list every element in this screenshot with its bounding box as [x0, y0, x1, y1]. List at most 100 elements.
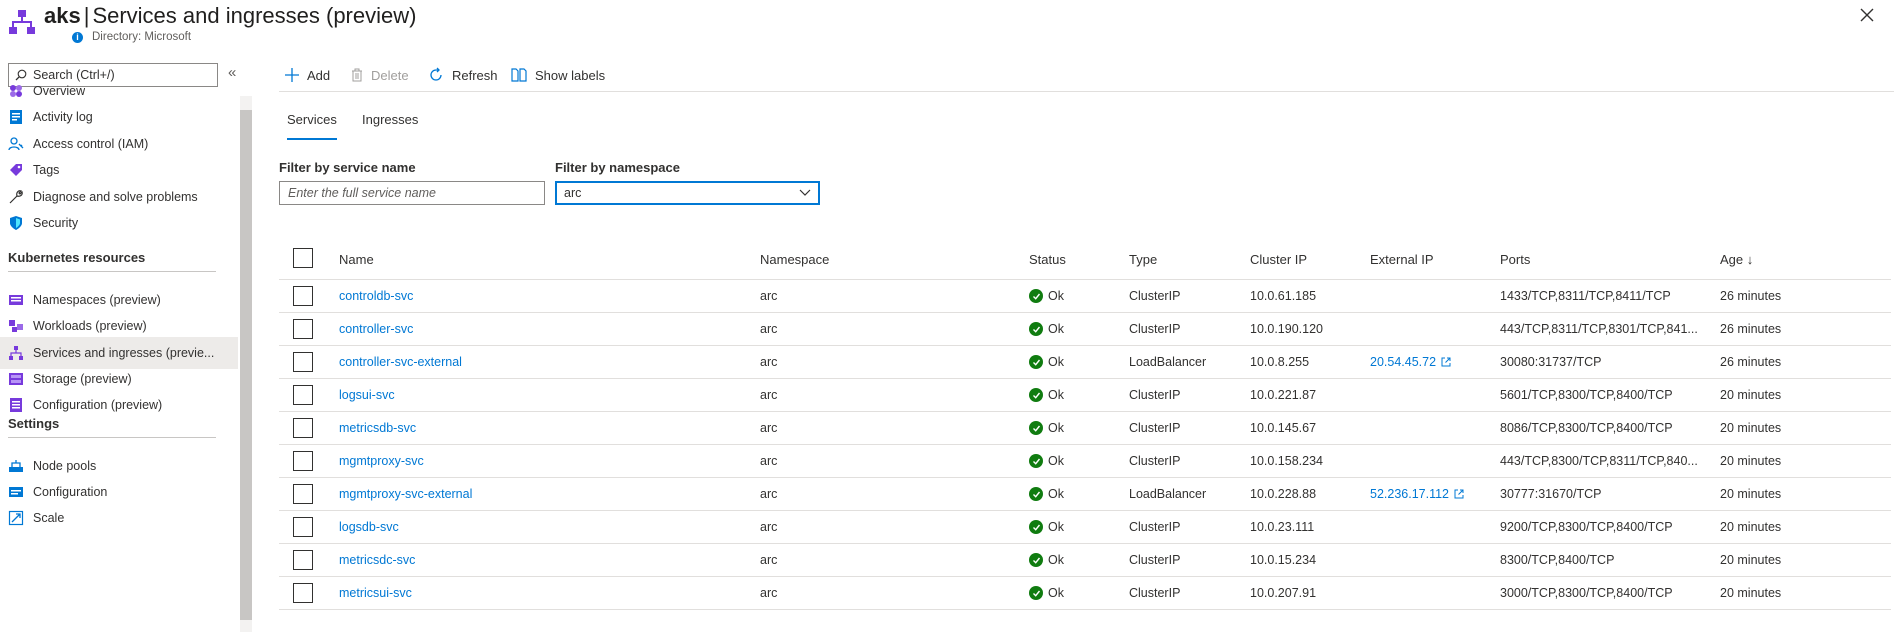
age-cell: 26 minutes: [1720, 355, 1782, 369]
labels-icon: [511, 68, 527, 82]
filter-namespace-dropdown[interactable]: arc: [555, 181, 820, 205]
ports-cell: 1433/TCP,8311/TCP,8411/TCP: [1500, 289, 1671, 303]
row-checkbox[interactable]: [293, 550, 313, 570]
sidebar-item-label: Activity log: [33, 110, 93, 124]
status-text: Ok: [1048, 454, 1064, 468]
row-checkbox[interactable]: [293, 286, 313, 306]
ports-cell: 8300/TCP,8400/TCP: [1500, 553, 1615, 567]
close-icon[interactable]: [1857, 5, 1877, 25]
cluster-ip-cell: 10.0.207.91: [1250, 586, 1317, 600]
status-cell: Ok: [1029, 478, 1064, 510]
type-cell: ClusterIP: [1129, 388, 1181, 402]
namespace-cell: arc: [760, 322, 778, 336]
service-name-link[interactable]: controldb-svc: [339, 280, 413, 312]
status-text: Ok: [1048, 355, 1064, 369]
table-row[interactable]: metricsdb-svc arc Ok ClusterIP 10.0.145.67 80…: [279, 412, 1891, 445]
status-ok-icon: [1029, 322, 1043, 336]
filter-service-name-label: Filter by service name: [279, 160, 416, 175]
column-header-cluster-ip[interactable]: Cluster IP: [1250, 240, 1307, 279]
row-checkbox[interactable]: [293, 319, 313, 339]
tab-ingresses[interactable]: Ingresses: [362, 112, 418, 140]
sidebar-item-label: Overview: [33, 84, 86, 98]
age-cell: 20 minutes: [1720, 388, 1782, 402]
directory-label: Directory: Microsoft: [92, 31, 192, 43]
type-cell: LoadBalancer: [1129, 487, 1207, 501]
status-ok-icon: [1029, 388, 1043, 402]
table-row[interactable]: controller-svc arc Ok ClusterIP 10.0.190.120…: [279, 313, 1891, 346]
service-name-link[interactable]: metricsdb-svc: [339, 412, 416, 444]
activity-log-icon: [8, 109, 24, 125]
table-row[interactable]: logsui-svc arc Ok ClusterIP 10.0.221.87 5601/…: [279, 379, 1891, 412]
tab-services[interactable]: Services: [287, 112, 337, 140]
namespace-cell: arc: [760, 586, 778, 600]
type-cell: ClusterIP: [1129, 553, 1181, 567]
table-row[interactable]: metricsdc-svc arc Ok ClusterIP 10.0.15.234 83…: [279, 544, 1891, 577]
external-ip-cell[interactable]: 52.236.17.112: [1370, 478, 1464, 510]
add-button[interactable]: Add: [285, 62, 330, 88]
age-cell: 20 minutes: [1720, 421, 1782, 435]
type-cell: ClusterIP: [1129, 586, 1181, 600]
sidebar-item-label: Security: [33, 216, 79, 230]
tag-icon: [8, 162, 24, 178]
chevron-down-icon: [799, 189, 811, 196]
column-header-external-ip[interactable]: External IP: [1370, 240, 1434, 279]
workloads-icon: [8, 318, 24, 334]
row-checkbox[interactable]: [293, 418, 313, 438]
resource-name: aks: [44, 3, 81, 28]
filter-service-name-input[interactable]: [279, 181, 545, 205]
select-all-checkbox[interactable]: [293, 248, 313, 268]
ports-cell: 30777:31670/TCP: [1500, 487, 1602, 501]
column-header-name[interactable]: Name: [339, 240, 374, 279]
trash-icon: [352, 68, 362, 82]
row-checkbox[interactable]: [293, 451, 313, 471]
service-name-link[interactable]: logsdb-svc: [339, 511, 399, 543]
table-row[interactable]: controller-svc-external arc Ok LoadBalancer…: [279, 346, 1891, 379]
external-ip-cell[interactable]: 20.54.45.72: [1370, 346, 1451, 378]
row-checkbox[interactable]: [293, 484, 313, 504]
external-ip-link[interactable]: 20.54.45.72: [1370, 355, 1436, 369]
column-header-status[interactable]: Status: [1029, 240, 1066, 279]
filter-namespace-value: arc: [564, 186, 582, 200]
service-name-link[interactable]: controller-svc: [339, 313, 413, 345]
sidebar-item-security[interactable]: Security: [0, 207, 238, 239]
sidebar-item-label: Tags: [33, 163, 60, 177]
menu-scrollbar-thumb[interactable]: [240, 110, 252, 620]
row-checkbox[interactable]: [293, 517, 313, 537]
age-cell: 20 minutes: [1720, 454, 1782, 468]
namespace-cell: arc: [760, 553, 778, 567]
table-row[interactable]: controldb-svc arc Ok ClusterIP 10.0.61.185 14…: [279, 280, 1891, 313]
column-header-ports[interactable]: Ports: [1500, 240, 1530, 279]
column-header-type[interactable]: Type: [1129, 240, 1157, 279]
age-cell: 26 minutes: [1720, 289, 1782, 303]
external-ip-link[interactable]: 52.236.17.112: [1370, 487, 1449, 501]
status-text: Ok: [1048, 322, 1064, 336]
sidebar-item-label: Configuration: [33, 485, 108, 499]
table-row[interactable]: logsdb-svc arc Ok ClusterIP 10.0.23.111 9200/…: [279, 511, 1891, 544]
sidebar-item-label: Node pools: [33, 459, 97, 473]
refresh-button[interactable]: Refresh: [428, 62, 498, 88]
cluster-ip-cell: 10.0.15.234: [1250, 553, 1317, 567]
sidebar-item-scale[interactable]: Scale: [0, 502, 238, 534]
show-labels-button[interactable]: Show labels: [511, 62, 605, 88]
service-name-link[interactable]: controller-svc-external: [339, 346, 462, 378]
section-divider: [8, 437, 216, 438]
sidebar-item-label: Access control (IAM): [33, 137, 149, 151]
table-row[interactable]: metricsui-svc arc Ok ClusterIP 10.0.207.91 30…: [279, 577, 1891, 610]
service-name-link[interactable]: mgmtproxy-svc: [339, 445, 424, 477]
service-name-link[interactable]: metricsdc-svc: [339, 544, 415, 576]
column-header-namespace[interactable]: Namespace: [760, 240, 829, 279]
table-row[interactable]: mgmtproxy-svc-external arc Ok LoadBalancer 1…: [279, 478, 1891, 511]
command-bar: Add Delete Refresh Show labels: [279, 58, 1894, 92]
service-name-link[interactable]: metricsui-svc: [339, 577, 412, 609]
delete-button[interactable]: Delete: [351, 62, 409, 88]
namespaces-icon: [8, 292, 24, 308]
column-header-age[interactable]: Age ↓: [1720, 240, 1753, 279]
row-checkbox[interactable]: [293, 385, 313, 405]
service-name-link[interactable]: logsui-svc: [339, 379, 395, 411]
table-row[interactable]: mgmtproxy-svc arc Ok ClusterIP 10.0.158.234 4…: [279, 445, 1891, 478]
row-checkbox[interactable]: [293, 583, 313, 603]
cluster-ip-cell: 10.0.23.111: [1250, 520, 1315, 534]
row-checkbox[interactable]: [293, 352, 313, 372]
sidebar-item-label: Diagnose and solve problems: [33, 190, 198, 204]
service-name-link[interactable]: mgmtproxy-svc-external: [339, 478, 472, 510]
